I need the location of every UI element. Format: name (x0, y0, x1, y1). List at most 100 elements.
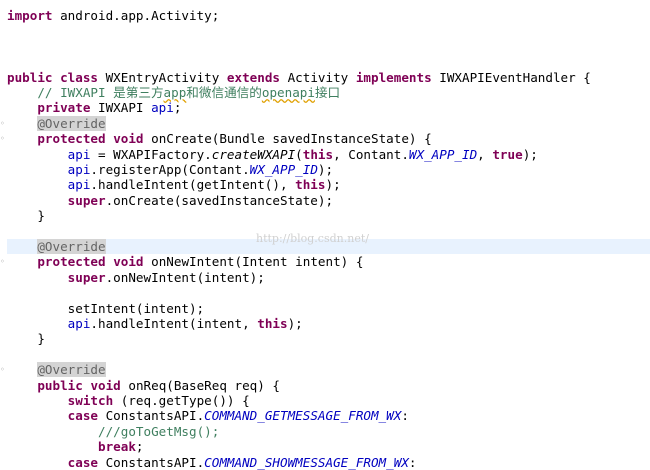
code-token: protected (37, 131, 106, 147)
code-token: public (7, 69, 53, 85)
code-token: openapi (261, 85, 315, 100)
code-token: ); (287, 316, 303, 331)
watermark: http://blog.csdn.net/ (256, 232, 369, 245)
code-line[interactable]: api.registerApp(Contant.WX_APP_ID); (7, 162, 333, 177)
code-token: ; (173, 100, 182, 116)
code-token: protected (37, 254, 106, 270)
code-token: , Contant. (333, 146, 409, 162)
code-line[interactable]: public class WXEntryActivity extends Act… (7, 70, 591, 85)
code-line[interactable]: protected void onNewIntent(Intent intent… (7, 254, 363, 269)
code-token: switch (67, 393, 114, 408)
code-token: ; (135, 439, 144, 455)
code-line[interactable]: setIntent(intent); (7, 301, 204, 316)
fold-marker-icon[interactable]: ◦ (0, 135, 5, 143)
code-token: ///goToGetMsg(); (98, 423, 220, 439)
code-token: ( (295, 146, 303, 162)
code-token: COMMAND_GETMESSAGE_FROM_WX (204, 408, 402, 424)
code-token: public (37, 377, 83, 393)
code-line[interactable]: api.handleIntent(intent, this); (7, 316, 303, 331)
code-line[interactable]: case ConstantsAPI.COMMAND_GETMESSAGE_FRO… (7, 408, 409, 423)
code-line[interactable]: break; (7, 439, 144, 454)
code-token: android.app.Activity; (52, 8, 220, 23)
code-token: api (67, 316, 91, 331)
code-line[interactable]: private IWXAPI api; (7, 100, 181, 115)
code-token: import (7, 8, 53, 23)
code-token: void (113, 254, 144, 270)
code-token: api (67, 162, 91, 177)
code-line[interactable]: import android.app.Activity; (7, 8, 219, 23)
code-token: , (477, 146, 493, 162)
code-token: ); (325, 177, 341, 193)
code-token: this (257, 316, 288, 331)
code-token: } (7, 208, 45, 224)
code-line[interactable]: protected void onCreate(Bundle savedInst… (7, 131, 432, 147)
code-token: .onNewIntent(intent); (105, 269, 265, 285)
code-token: Activity (280, 69, 356, 85)
code-line[interactable]: ///goToGetMsg(); (7, 424, 219, 439)
code-token: 接口 (314, 85, 341, 100)
code-line[interactable]: @Override (7, 239, 106, 254)
code-line[interactable]: case ConstantsAPI.COMMAND_SHOWMESSAGE_FR… (7, 454, 417, 470)
code-token: 和微信通信的 (186, 85, 262, 100)
code-line[interactable]: } (7, 208, 45, 223)
code-line[interactable]: // IWXAPI 是第三方app和微信通信的openapi接口 (7, 85, 340, 100)
code-token: extends (226, 69, 280, 85)
code-token: onCreate(Bundle savedInstanceState) { (143, 131, 432, 147)
code-line[interactable]: } (7, 331, 45, 346)
code-line[interactable]: api.handleIntent(getIntent(), this); (7, 177, 341, 192)
code-token: } (7, 331, 45, 347)
code-line[interactable]: @Override (7, 362, 106, 378)
code-line[interactable]: @Override (7, 115, 106, 131)
code-token: ConstantsAPI. (98, 454, 205, 470)
code-line[interactable]: super.onNewIntent(intent); (7, 270, 265, 285)
code-token: super (67, 192, 106, 208)
code-token: setIntent(intent); (7, 300, 205, 316)
code-token: @Override (37, 362, 106, 378)
fold-marker-icon[interactable]: ◦ (0, 366, 5, 374)
code-token: break (98, 439, 136, 455)
code-token: ); (317, 162, 334, 177)
code-token: private (37, 100, 91, 116)
code-token: WX_APP_ID (249, 162, 318, 177)
code-line[interactable]: api = WXAPIFactory.createWXAPI(this, Con… (7, 147, 538, 162)
code-token: ); (522, 146, 538, 162)
code-token: void (90, 377, 121, 393)
code-token: // IWXAPI 是第三方 (37, 85, 164, 100)
code-token: api (151, 100, 174, 116)
code-token: onNewIntent(Intent intent) { (143, 254, 364, 270)
code-token: .handleIntent(intent, (90, 316, 258, 331)
code-editor[interactable]: ◦ ◦ ◦ ◦ import android.app.Activity; public … (0, 0, 650, 470)
code-line[interactable]: switch (req.getType()) { (7, 393, 250, 408)
code-token: super (67, 269, 106, 285)
code-token: : (401, 408, 409, 424)
code-line[interactable]: public void onReq(BaseReq req) { (7, 378, 280, 393)
code-token: @Override (37, 239, 106, 254)
code-token: IWXAPI (90, 100, 152, 116)
code-token: onReq(BaseReq req) { (120, 377, 281, 393)
code-token: .onCreate(savedInstanceState); (105, 192, 334, 208)
code-token: class (60, 69, 99, 85)
fold-marker-icon[interactable]: ◦ (0, 258, 5, 266)
code-token: void (113, 131, 144, 147)
code-token: WXEntryActivity (98, 69, 227, 85)
code-token: IWXAPIEventHandler { (431, 69, 591, 85)
code-token: this (295, 177, 326, 193)
code-line[interactable]: super.onCreate(savedInstanceState); (7, 193, 333, 208)
fold-marker-icon[interactable]: ◦ (0, 119, 5, 128)
